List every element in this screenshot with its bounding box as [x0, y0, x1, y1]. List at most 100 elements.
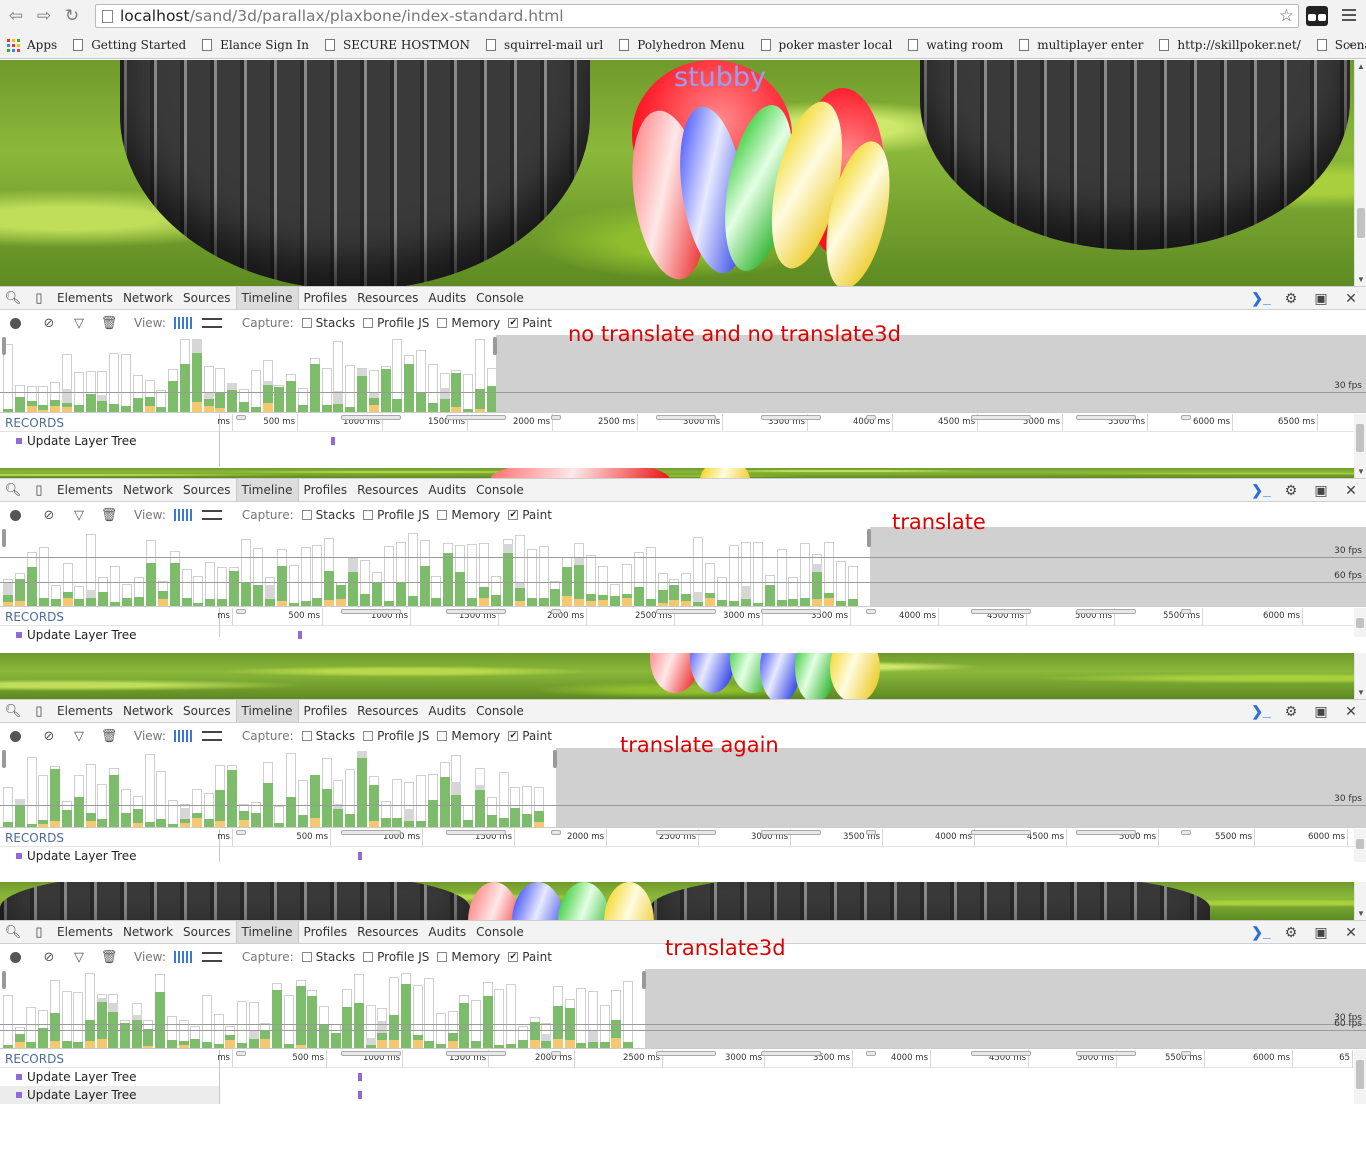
bookmark-item[interactable]: SECURE HOSTMON [325, 38, 470, 52]
tab-network[interactable]: Network [118, 287, 178, 309]
range-handle[interactable] [642, 971, 646, 989]
close-icon[interactable]: ✕ [1336, 482, 1366, 499]
frame-bar[interactable] [342, 968, 353, 1048]
frame-bar[interactable] [482, 968, 493, 1048]
frame-bar[interactable] [237, 968, 247, 1048]
frame-bar[interactable] [203, 747, 214, 827]
frame-bar[interactable] [407, 526, 418, 606]
tab-timeline[interactable]: Timeline [235, 921, 299, 943]
tab-sources[interactable]: Sources [178, 287, 235, 309]
frame-bar[interactable] [86, 526, 97, 606]
frame-bar[interactable] [205, 526, 216, 606]
frame-bar[interactable] [368, 747, 379, 827]
frame-bar[interactable] [427, 747, 438, 827]
device-mode-icon[interactable]: ▯ [26, 290, 52, 306]
inspect-search-icon[interactable]: 🔍︎ [0, 703, 26, 719]
range-handle[interactable] [2, 750, 6, 768]
frame-bar[interactable] [502, 526, 513, 606]
frame-bar[interactable] [427, 334, 438, 412]
frame-bar[interactable] [365, 968, 376, 1048]
incognito-extension-icon[interactable] [1306, 6, 1328, 26]
frame-bar[interactable] [416, 747, 426, 827]
record-bar[interactable] [358, 1073, 362, 1081]
record-row[interactable]: Update Layer Tree [0, 847, 219, 865]
range-handle[interactable] [493, 337, 497, 355]
tab-console[interactable]: Console [471, 921, 529, 943]
tab-network[interactable]: Network [118, 700, 178, 722]
filter-icon[interactable]: ▽ [64, 316, 94, 331]
scrollbar-thumb[interactable] [1356, 618, 1364, 628]
address-bar[interactable]: localhost/sand/3d/parallax/plaxbone/inde… [95, 4, 1299, 28]
close-icon[interactable]: ✕ [1336, 703, 1366, 720]
frame-bar[interactable] [586, 526, 597, 606]
frame-bar[interactable] [800, 526, 811, 606]
record-button[interactable] [10, 951, 21, 963]
range-handle[interactable] [553, 750, 557, 768]
frame-bar[interactable] [404, 747, 415, 827]
frame-bar[interactable] [272, 968, 283, 1048]
flame-view-icon[interactable] [201, 510, 222, 520]
dock-side-icon[interactable]: ▣ [1306, 290, 1336, 307]
frame-bar[interactable] [38, 747, 49, 827]
frame-bar[interactable] [122, 526, 132, 606]
frame-bar[interactable] [345, 334, 356, 412]
frame-bar[interactable] [248, 968, 259, 1048]
dock-side-icon[interactable]: ▣ [1306, 703, 1336, 720]
frame-bar[interactable] [717, 526, 727, 606]
frame-bar[interactable] [109, 334, 120, 412]
frame-bar[interactable] [357, 334, 367, 412]
frame-bar[interactable] [752, 526, 763, 606]
frame-bar[interactable] [38, 526, 49, 606]
console-drawer-icon[interactable]: ❯_ [1246, 290, 1276, 307]
capture-profile-js-checkbox[interactable]: Profile JS [363, 950, 429, 964]
frame-bar[interactable] [250, 747, 261, 827]
scroll-down-icon[interactable]: ▼ [1357, 467, 1365, 476]
frame-bar[interactable] [623, 968, 634, 1048]
frame-bar[interactable] [693, 526, 704, 606]
page-scrollbar[interactable]: ▼ [1354, 882, 1366, 920]
frame-bar[interactable] [318, 968, 329, 1048]
frame-bar[interactable] [120, 968, 130, 1048]
frame-bar[interactable] [74, 526, 85, 606]
capture-stacks-checkbox[interactable]: Stacks [301, 729, 355, 743]
inspect-search-icon[interactable]: 🔍︎ [0, 924, 26, 940]
tab-sources[interactable]: Sources [178, 921, 235, 943]
tab-timeline[interactable]: Timeline [235, 479, 299, 501]
frame-bar[interactable] [598, 526, 608, 606]
frame-bar[interactable] [73, 334, 84, 412]
capture-paint-checkbox[interactable]: ✔ Paint [508, 729, 552, 743]
frame-bar[interactable] [471, 968, 481, 1048]
frame-bar[interactable] [26, 968, 37, 1048]
frame-bar[interactable] [133, 526, 144, 606]
frame-bar[interactable] [514, 526, 525, 606]
reload-icon[interactable]: ↻ [60, 4, 84, 28]
frame-bar[interactable] [609, 526, 620, 606]
inspect-search-icon[interactable]: 🔍︎ [0, 290, 26, 306]
frame-bar[interactable] [298, 334, 308, 412]
frame-bar[interactable] [73, 968, 84, 1048]
frame-bar[interactable] [262, 334, 273, 412]
frame-bar[interactable] [241, 526, 251, 606]
frames-view-icon[interactable] [173, 509, 192, 521]
inspect-search-icon[interactable]: 🔍︎ [0, 482, 26, 498]
tab-sources[interactable]: Sources [178, 700, 235, 722]
frame-bar[interactable] [274, 334, 285, 412]
frame-bar[interactable] [333, 334, 344, 412]
frame-bar[interactable] [574, 526, 585, 606]
capture-paint-checkbox[interactable]: ✔ Paint [508, 950, 552, 964]
record-row[interactable]: Update Layer Tree [0, 1068, 219, 1086]
frame-bar[interactable] [576, 968, 587, 1048]
close-icon[interactable]: ✕ [1336, 290, 1366, 307]
frame-bar[interactable] [26, 526, 37, 606]
frame-bar[interactable] [506, 968, 517, 1048]
tab-audits[interactable]: Audits [423, 287, 471, 309]
frame-bar[interactable] [435, 968, 446, 1048]
frame-bar[interactable] [412, 968, 423, 1048]
frame-bar[interactable] [321, 334, 332, 412]
frame-bar[interactable] [404, 334, 415, 412]
frame-bar[interactable] [274, 747, 285, 827]
tab-profiles[interactable]: Profiles [299, 921, 353, 943]
bookmark-item[interactable]: multiplayer enter [1019, 38, 1143, 52]
frame-bar[interactable] [288, 526, 299, 606]
frame-bar[interactable] [14, 747, 25, 827]
